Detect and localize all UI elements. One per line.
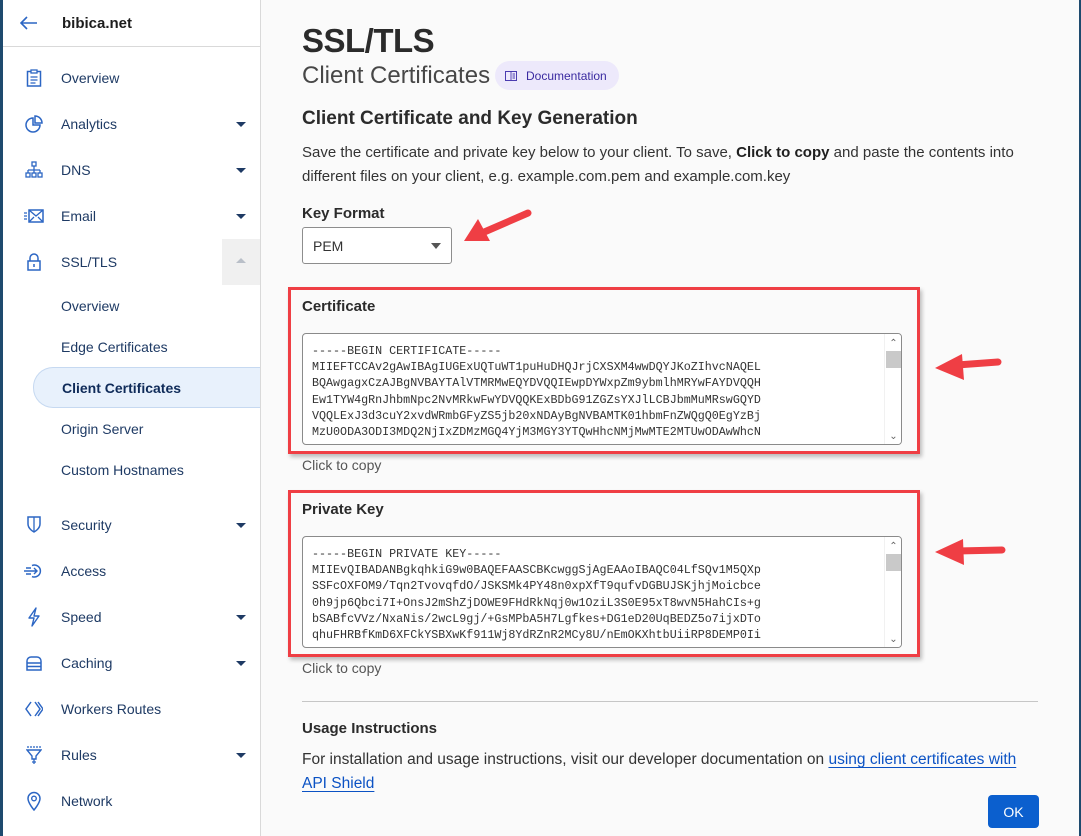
network-tree-icon [24,160,44,180]
email-icon [24,206,44,226]
documentation-link[interactable]: Documentation [495,61,619,90]
location-pin-icon [24,791,44,811]
annotation-arrow-icon [935,354,1002,380]
instructions-bold: Click to copy [736,144,830,161]
chevron-down-icon[interactable] [236,523,246,528]
sidebar-item-email[interactable]: Email [3,193,260,239]
sidebar-item-caching[interactable]: Caching [3,640,260,686]
page-subtitle: Client Certificates [302,62,491,89]
sidebar-item-label: Security [61,517,112,533]
chevron-down-icon[interactable] [236,661,246,666]
sidebar-item-label: Workers Routes [61,701,162,717]
sidebar-subitem-custom-hostnames[interactable]: Custom Hostnames [3,449,260,490]
chevron-down-icon [431,243,441,249]
sidebar-item-workers-routes[interactable]: Workers Routes [3,686,260,732]
chevron-down-icon[interactable] [236,214,246,219]
documentation-label: Documentation [526,68,607,83]
key-format-label: Key Format [302,205,385,222]
sidebar-item-label: Network [61,793,113,809]
sidebar-subitem-client-certificates[interactable]: Client Certificates [33,367,260,408]
lightning-icon [24,607,44,627]
sidebar-subitem-edge-certificates[interactable]: Edge Certificates [3,326,260,367]
workers-icon [24,699,44,719]
sidebar-item-rules[interactable]: Rules [3,732,260,778]
sidebar-item-overview[interactable]: Overview [3,55,260,101]
annotation-arrow-icon [935,539,1006,565]
sidebar-item-label: Analytics [61,116,118,132]
sidebar-subitem-origin-server[interactable]: Origin Server [3,408,260,449]
private-key-copy-hint[interactable]: Click to copy [302,660,381,676]
arrow-left-icon[interactable] [20,12,42,34]
ok-button[interactable]: OK [988,795,1039,828]
sidebar-item-label: DNS [61,162,91,178]
certificate-highlight-box [288,287,920,454]
sidebar-item-label: SSL/TLS [61,254,118,270]
sidebar-subitem-overview[interactable]: Overview [3,285,260,326]
instructions-text: Save the certificate and private key bel… [302,141,1042,189]
page-title: SSL/TLS [302,22,435,59]
sidebar-item-network[interactable]: Network [3,778,260,824]
lock-icon [24,252,44,272]
chevron-down-icon[interactable] [236,753,246,758]
sidebar-item-label: Access [61,563,107,579]
certificate-copy-hint[interactable]: Click to copy [302,457,381,473]
access-icon [24,561,44,581]
usage-text-body: For installation and usage instructions,… [302,751,829,768]
chevron-down-icon[interactable] [236,122,246,127]
usage-text: For installation and usage instructions,… [302,748,1042,796]
sidebar: bibica.net Overview Analytics DNS Email … [3,0,261,836]
divider [302,701,1038,702]
sidebar-item-dns[interactable]: DNS [3,147,260,193]
sidebar-item-access[interactable]: Access [3,548,260,594]
pie-chart-icon [24,114,44,134]
sidebar-item-ssl-tls[interactable]: SSL/TLS [3,239,260,285]
chevron-down-icon[interactable] [236,168,246,173]
section-heading: Client Certificate and Key Generation [302,108,638,129]
shield-icon [24,515,44,535]
chevron-down-icon[interactable] [236,615,246,620]
sidebar-item-speed[interactable]: Speed [3,594,260,640]
sidebar-header: bibica.net [3,0,260,47]
app-window: bibica.net Overview Analytics DNS Email … [0,0,1081,836]
chevron-up-icon [236,258,246,263]
sidebar-item-security[interactable]: Security [3,502,260,548]
funnel-icon [24,745,44,765]
sidebar-item-analytics[interactable]: Analytics [3,101,260,147]
book-icon [505,70,517,82]
storage-icon [24,653,44,673]
sidebar-item-label: Speed [61,609,102,625]
annotation-arrow-icon [464,209,532,241]
sidebar-item-label: Email [61,208,97,224]
private-key-highlight-box [288,490,920,657]
sidebar-item-label: Overview [61,70,120,86]
usage-heading: Usage Instructions [302,720,438,737]
instructions-part1: Save the certificate and private key bel… [302,144,737,161]
clipboard-icon [24,68,44,88]
key-format-value: PEM [313,237,344,254]
site-name[interactable]: bibica.net [62,15,132,32]
sidebar-item-label: Caching [61,655,113,671]
collapse-toggle[interactable] [222,239,260,285]
sidebar-item-label: Rules [61,747,97,763]
key-format-select[interactable]: PEM [302,227,452,264]
sidebar-nav: Overview Analytics DNS Email SSL/TLS Ove… [3,55,260,824]
